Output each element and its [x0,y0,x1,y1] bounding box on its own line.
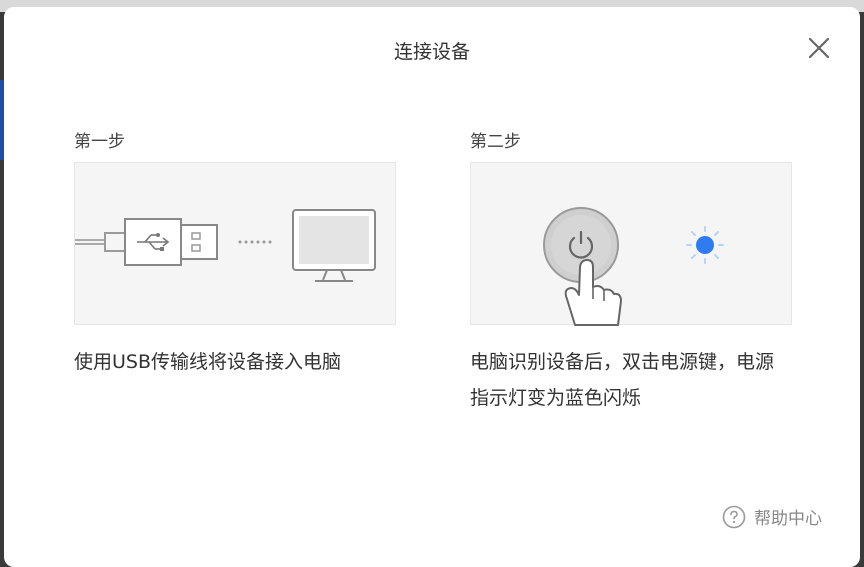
connect-device-dialog: 连接设备 第一步 使用USB传输线将设备接入电脑 第二步 电脑识别设备后，双击电… [4,7,860,567]
help-center-label: 帮助中心 [754,509,822,529]
step-2-label: 第二步 [470,132,521,152]
step-1-label: 第一步 [74,132,125,152]
dialog-title: 连接设备 [393,41,470,63]
monitor-icon [292,209,376,282]
power-button-illustration [470,162,792,326]
help-center-link[interactable]: 帮助中心 [722,504,822,529]
help-circle-icon [722,505,746,528]
step-2-description: 电脑识别设备后，双击电源键，电源指示灯变为蓝色闪烁 [470,351,775,409]
usb-connect-illustration [74,162,396,325]
step-1-description: 使用USB传输线将设备接入电脑 [74,351,342,373]
usb-cable-icon [75,218,218,266]
dots-connector [238,240,272,244]
close-icon[interactable] [806,35,832,61]
blue-indicator-icon [686,226,724,264]
